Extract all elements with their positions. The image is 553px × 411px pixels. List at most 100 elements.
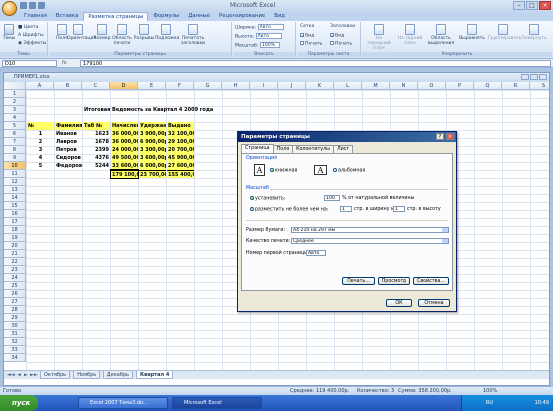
row-header[interactable]: 10 bbox=[4, 162, 26, 170]
name-box[interactable]: D10 bbox=[2, 60, 57, 67]
maximize-icon[interactable]: □ bbox=[526, 1, 538, 10]
table-cell[interactable]: Петров bbox=[55, 146, 82, 154]
page-setup-button[interactable]: Размер bbox=[91, 24, 113, 41]
table-cell[interactable]: 29 100,00р. bbox=[167, 138, 194, 146]
paper-size-select[interactable]: A4 210 на 297 мм bbox=[291, 227, 449, 233]
save-icon[interactable] bbox=[20, 2, 27, 9]
arrange-button[interactable]: Группировать bbox=[488, 24, 521, 41]
table-cell[interactable]: 3 900,00р. bbox=[139, 130, 166, 138]
taskbar-item-word[interactable]: Excel 2007 Тема3.do... bbox=[78, 397, 168, 409]
arrange-button[interactable]: Повернуть bbox=[519, 24, 549, 41]
column-header[interactable]: Q bbox=[474, 82, 502, 90]
sheet-tab[interactable]: Квартал 4 bbox=[136, 371, 174, 379]
row-header[interactable]: 7 bbox=[4, 138, 26, 146]
row-header[interactable]: 18 bbox=[4, 226, 26, 234]
first-page-input[interactable]: Авто bbox=[306, 250, 326, 256]
table-cell[interactable]: Лавров bbox=[55, 138, 82, 146]
ribbon-tab[interactable]: Главная bbox=[20, 12, 51, 21]
theme-colors-button[interactable]: ■ Цвета bbox=[18, 25, 38, 30]
row-header[interactable]: 3 bbox=[4, 106, 26, 114]
row-header[interactable]: 31 bbox=[4, 330, 26, 338]
select-all-corner[interactable] bbox=[4, 82, 26, 90]
row-header[interactable]: 4 bbox=[4, 114, 26, 122]
table-cell[interactable]: 4376 bbox=[83, 154, 110, 162]
fit-width-combo[interactable]: Авто bbox=[257, 24, 284, 30]
row-header[interactable]: 19 bbox=[4, 234, 26, 242]
row-header[interactable]: 32 bbox=[4, 338, 26, 346]
row-header[interactable]: 15 bbox=[4, 202, 26, 210]
column-header[interactable]: I bbox=[250, 82, 278, 90]
table-cell[interactable]: 33 600,00р. bbox=[111, 162, 138, 170]
portrait-radio[interactable]: книжная bbox=[270, 168, 297, 174]
page-setup-button[interactable]: Подложка bbox=[155, 24, 179, 41]
help-icon[interactable]: ? bbox=[436, 133, 444, 140]
row-header[interactable]: 11 bbox=[4, 170, 26, 178]
row-header[interactable]: 23 bbox=[4, 266, 26, 274]
column-header[interactable]: B bbox=[54, 82, 82, 90]
fit-scale-input[interactable]: 100% bbox=[259, 42, 280, 48]
row-header[interactable]: 34 bbox=[4, 354, 26, 362]
ribbon-tab[interactable]: Разметка страницы bbox=[83, 12, 149, 21]
table-cell[interactable]: Фамилия bbox=[55, 122, 82, 130]
fx-icon[interactable]: fx bbox=[62, 60, 67, 66]
table-cell[interactable]: № bbox=[27, 122, 54, 130]
row-header[interactable]: 30 bbox=[4, 322, 26, 330]
table-cell[interactable]: 5244 bbox=[83, 162, 110, 170]
last-sheet-icon[interactable]: ►► bbox=[30, 372, 38, 378]
dialog-close-icon[interactable]: × bbox=[446, 133, 454, 140]
dialog-tab[interactable]: Страница bbox=[241, 144, 274, 153]
fit-pages-tall-input[interactable]: 1 bbox=[393, 206, 405, 212]
row-header[interactable]: 5 bbox=[4, 122, 26, 130]
column-header[interactable]: S bbox=[530, 82, 549, 90]
ok-button[interactable]: ОК bbox=[386, 299, 412, 307]
page-setup-button[interactable]: Печатать заголовки bbox=[178, 24, 208, 46]
sheet-tab[interactable]: Октябрь bbox=[40, 371, 71, 379]
table-cell[interactable]: Выдано bbox=[167, 122, 194, 130]
row-header[interactable]: 28 bbox=[4, 306, 26, 314]
prev-sheet-icon[interactable]: ◄ bbox=[17, 372, 21, 378]
office-button[interactable] bbox=[2, 1, 17, 16]
table-cell[interactable]: 1678 bbox=[83, 138, 110, 146]
sheet-tab[interactable]: Декабрь bbox=[102, 371, 134, 379]
page-setup-button[interactable]: Разрывы bbox=[133, 24, 155, 41]
table-cell[interactable]: Итоговая Ведомость за Квартал 4 2009 год… bbox=[83, 106, 222, 114]
column-header[interactable]: A bbox=[26, 82, 54, 90]
table-cell[interactable]: 6 000,00р. bbox=[139, 162, 166, 170]
theme-fonts-button[interactable]: A Шрифты bbox=[18, 33, 44, 38]
row-header[interactable]: 1 bbox=[4, 90, 26, 98]
scale-percent-input[interactable]: 100 bbox=[324, 195, 340, 201]
row-header[interactable]: 21 bbox=[4, 250, 26, 258]
table-cell[interactable]: 4 bbox=[27, 154, 54, 162]
preview-button[interactable]: Просмотр bbox=[378, 277, 410, 285]
column-header[interactable]: G bbox=[194, 82, 222, 90]
column-header[interactable]: F bbox=[166, 82, 194, 90]
properties-button[interactable]: Свойства... bbox=[413, 277, 449, 285]
sheet-tab[interactable]: Ноябрь bbox=[73, 371, 101, 379]
table-cell[interactable]: Иванов bbox=[55, 130, 82, 138]
print-quality-select[interactable]: Среднее bbox=[291, 238, 449, 244]
row-header[interactable]: 25 bbox=[4, 282, 26, 290]
row-header[interactable]: 14 bbox=[4, 194, 26, 202]
scale-set-radio[interactable]: установить: bbox=[250, 196, 285, 202]
row-header[interactable]: 2 bbox=[4, 98, 26, 106]
cancel-button[interactable]: Отмена bbox=[418, 299, 450, 307]
column-header[interactable]: H bbox=[222, 82, 250, 90]
ribbon-tab[interactable]: Данные bbox=[184, 12, 214, 21]
ribbon-tab[interactable]: Рецензирование bbox=[215, 12, 269, 21]
column-header[interactable]: C bbox=[82, 82, 110, 90]
row-header[interactable]: 12 bbox=[4, 178, 26, 186]
arrange-button[interactable]: На задний план bbox=[395, 24, 425, 46]
headings-print-checkbox[interactable]: Печать bbox=[330, 41, 352, 47]
row-header[interactable]: 20 bbox=[4, 242, 26, 250]
fit-pages-wide-input[interactable]: 1 bbox=[340, 206, 352, 212]
themes-button[interactable]: Темы bbox=[2, 24, 16, 41]
column-header[interactable]: D bbox=[110, 82, 138, 90]
grid-print-checkbox[interactable]: Печать bbox=[300, 41, 322, 47]
ribbon-tab[interactable]: Вид bbox=[270, 12, 289, 21]
row-header[interactable]: 8 bbox=[4, 146, 26, 154]
fit-height-combo[interactable]: Авто bbox=[255, 33, 282, 39]
table-cell[interactable]: Удержано bbox=[139, 122, 166, 130]
table-cell[interactable]: 155 400,00р. bbox=[167, 170, 194, 178]
table-cell[interactable]: 5 bbox=[27, 162, 54, 170]
column-header[interactable]: R bbox=[502, 82, 530, 90]
